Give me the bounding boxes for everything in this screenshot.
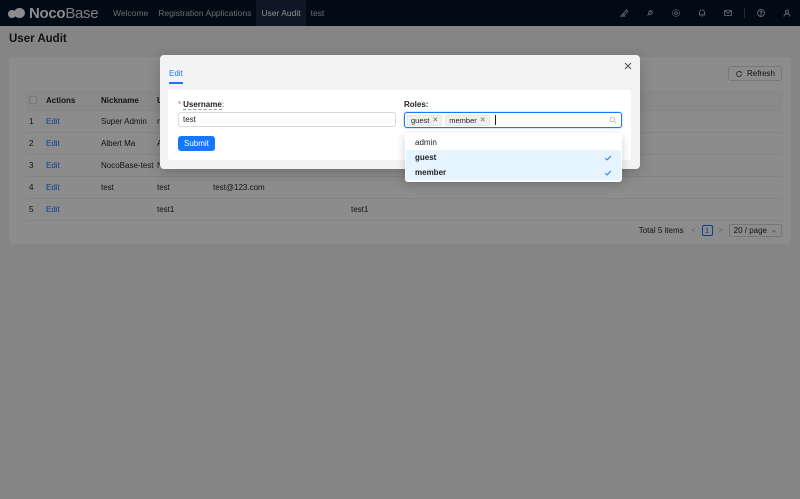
check-icon — [604, 170, 612, 176]
role-tag-member: member ✕ — [445, 114, 490, 126]
remove-tag-icon[interactable]: ✕ — [480, 116, 486, 124]
role-tag-guest: guest ✕ — [407, 114, 443, 126]
search-icon — [609, 116, 617, 124]
role-option-admin[interactable]: admin — [406, 135, 621, 150]
role-option-guest[interactable]: guest — [406, 150, 621, 165]
tab-edit[interactable]: Edit — [169, 69, 183, 84]
username-input[interactable]: test — [178, 112, 396, 127]
required-mark: * — [178, 100, 182, 109]
roles-label: Roles: — [404, 100, 429, 109]
remove-tag-icon[interactable]: ✕ — [432, 116, 438, 124]
roles-select[interactable]: guest ✕ member ✕ — [404, 112, 622, 128]
check-icon — [604, 155, 612, 161]
text-cursor — [494, 115, 496, 125]
username-value: test — [183, 115, 196, 124]
role-option-member[interactable]: member — [406, 165, 621, 180]
close-icon[interactable] — [623, 61, 633, 71]
modal-tabs: Edit — [169, 69, 183, 89]
submit-button[interactable]: Submit — [178, 136, 215, 151]
username-label: * Username: — [178, 100, 225, 110]
roles-dropdown: admin guest member — [405, 133, 622, 182]
